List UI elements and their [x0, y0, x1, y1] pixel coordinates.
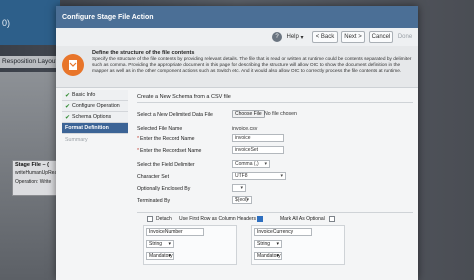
- use-first-row-checkbox[interactable]: [257, 216, 263, 222]
- column-type-select[interactable]: String ▾: [254, 240, 282, 248]
- mark-all-optional-checkbox[interactable]: [329, 216, 335, 222]
- header-title: Define the structure of the file content…: [92, 50, 195, 56]
- column-panel: InvoiceNumber String ▾ Mandatory ▾: [143, 225, 237, 265]
- column-required-select[interactable]: Mandatory ▾: [146, 252, 174, 260]
- enclosed-by-select[interactable]: ▾: [232, 184, 246, 192]
- background-node-title: Stage File – (: [15, 162, 49, 168]
- background-header: 0): [0, 0, 60, 45]
- background-node-line-1: writeHumanUpReadte: [15, 170, 65, 176]
- wizard-steps: ✔ Basic Info ✔ Configure Operation ✔ Sch…: [62, 90, 128, 280]
- file-name-label: Selected File Name: [137, 126, 183, 132]
- header-band: Define the structure of the file content…: [56, 46, 418, 88]
- detach-checkbox[interactable]: [147, 216, 153, 222]
- column-name-cell[interactable]: InvoiceNumber: [146, 228, 204, 236]
- help-label: Help: [286, 34, 299, 40]
- field-delimiter-select[interactable]: Comma (,) ▾: [232, 160, 270, 168]
- step-basic-info[interactable]: ✔ Basic Info: [62, 90, 128, 101]
- file-action-icon: [62, 54, 84, 76]
- done-button[interactable]: Done: [395, 31, 415, 43]
- divider: [137, 102, 413, 103]
- format-definition-form: Create a New Schema from a CSV file Sele…: [134, 92, 414, 278]
- chevron-down-icon: ▾: [276, 253, 279, 259]
- chevron-down-icon: ▾: [168, 253, 171, 259]
- background-flow-node[interactable]: Stage File – ( writeHumanUpReadte Operat…: [12, 160, 65, 196]
- choose-file-button[interactable]: Choose File: [232, 110, 265, 118]
- chevron-down-icon: ▾: [276, 241, 279, 247]
- column-type-value: String: [149, 241, 163, 247]
- background-nav: Resposition Layout: [0, 56, 60, 68]
- chevron-down-icon: ▾: [264, 161, 267, 167]
- chevron-down-icon: ▾: [280, 173, 283, 179]
- help-icon[interactable]: ?: [272, 32, 282, 42]
- back-button[interactable]: < Back: [312, 31, 338, 43]
- checkmark-icon: ✔: [65, 92, 71, 99]
- mark-all-optional-label: Mark All As Optional: [280, 216, 325, 222]
- character-set-value: UTF8: [235, 173, 248, 179]
- step-label: Schema Options: [72, 114, 112, 120]
- terminated-by-label: Terminated By: [137, 198, 171, 204]
- checkmark-icon: ✔: [65, 114, 71, 121]
- chevron-down-icon: ▾: [168, 241, 171, 247]
- no-file-text: No file chosen: [264, 111, 297, 117]
- header-description: Specify the structure of the file conten…: [92, 57, 412, 74]
- step-format-definition[interactable]: Format Definition: [62, 123, 128, 134]
- step-schema-options[interactable]: ✔ Schema Options: [62, 112, 128, 123]
- configure-stage-file-dialog: Configure Stage File Action ? Help ▾ < B…: [56, 6, 418, 280]
- chevron-down-icon: ▾: [240, 185, 243, 191]
- record-name-input[interactable]: invoice: [232, 134, 284, 142]
- use-first-row-label: Use First Row as Column Headers: [179, 216, 256, 222]
- enclosed-by-label: Optionally Enclosed By: [137, 186, 191, 192]
- chevron-down-icon: ▾: [246, 197, 249, 203]
- step-summary[interactable]: Summary: [62, 134, 128, 145]
- next-button[interactable]: Next >: [341, 31, 365, 43]
- character-set-label: Character Set: [137, 174, 170, 180]
- background-node-line-2: Operation: Write: [15, 179, 52, 185]
- cancel-button[interactable]: Cancel: [369, 31, 393, 43]
- recordset-name-label: *Enter the Recordset Name: [137, 148, 202, 154]
- field-delimiter-label: Select the Field Delimiter: [137, 162, 195, 168]
- character-set-select[interactable]: UTF8 ▾: [232, 172, 286, 180]
- step-label: Basic Info: [72, 92, 96, 98]
- column-required-select[interactable]: Mandatory ▾: [254, 252, 282, 260]
- help-button[interactable]: Help ▾: [284, 31, 306, 43]
- column-name-cell[interactable]: InvoiceCurrency: [254, 228, 312, 236]
- column-type-select[interactable]: String ▾: [146, 240, 174, 248]
- dialog-title: Configure Stage File Action: [56, 6, 418, 28]
- column-type-value: String: [257, 241, 271, 247]
- delimited-file-label: Select a New Delimited Data File: [137, 112, 213, 118]
- terminated-by-select[interactable]: ${eol} ▾: [232, 196, 252, 204]
- recordset-name-input[interactable]: invoiceSet: [232, 146, 284, 154]
- step-label: Configure Operation: [72, 103, 120, 109]
- detach-label: Detach: [156, 216, 172, 222]
- form-section-title: Create a New Schema from a CSV file: [137, 94, 231, 100]
- background-number: 0): [2, 18, 11, 28]
- step-label: Format Definition: [65, 125, 109, 131]
- chevron-down-icon: ▾: [298, 34, 304, 41]
- file-name-value: invoice.csv: [232, 126, 258, 132]
- columns-table: Detach Use First Row as Column Headers M…: [137, 212, 413, 278]
- dialog-toolbar: ? Help ▾ < Back Next > Cancel Done: [56, 28, 418, 46]
- checkmark-icon: ✔: [65, 103, 71, 110]
- field-delimiter-value: Comma (,): [235, 161, 259, 167]
- column-panel: InvoiceCurrency String ▾ Mandatory ▾: [251, 225, 345, 265]
- step-configure-operation[interactable]: ✔ Configure Operation: [62, 101, 128, 112]
- step-label: Summary: [65, 136, 88, 143]
- record-name-label: *Enter the Record Name: [137, 136, 195, 142]
